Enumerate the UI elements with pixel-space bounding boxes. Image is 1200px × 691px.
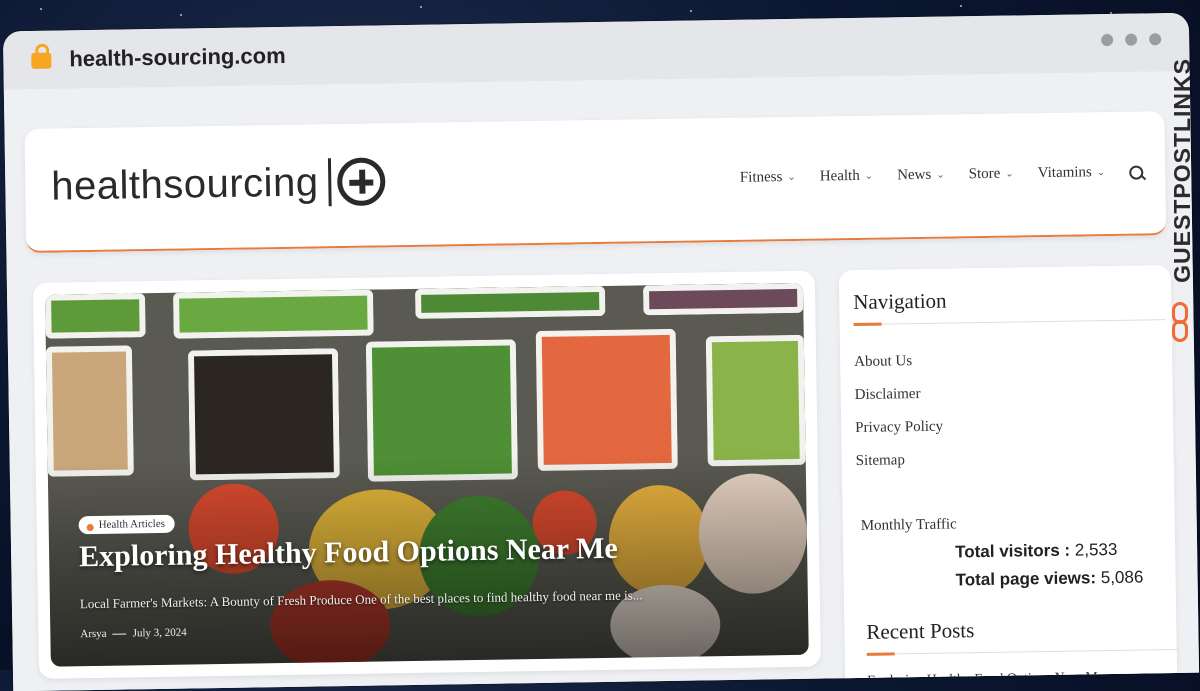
sidebar-link-privacy-policy[interactable]: Privacy Policy — [855, 419, 943, 437]
category-badge[interactable]: Health Articles — [78, 514, 176, 535]
nav-item-store[interactable]: Store ⌄ — [969, 165, 1014, 183]
total-visitors-label: Total visitors : — [955, 540, 1071, 562]
total-visitors: Total visitors : 2,533 — [955, 540, 1118, 563]
sidebar-link-disclaimer[interactable]: Disclaimer — [855, 386, 921, 404]
sidebar-link-about-us[interactable]: About Us — [854, 353, 912, 371]
url-text[interactable]: health-sourcing.com — [69, 43, 286, 72]
widget-divider — [866, 648, 1179, 655]
nav-item-news[interactable]: News ⌄ — [897, 167, 945, 185]
nav-label: Health — [819, 167, 860, 185]
browser-window: health-sourcing.com healthsourcing Fitne… — [2, 12, 1200, 691]
nav-label: Store — [968, 165, 1001, 183]
nav-item-health[interactable]: Health ⌄ — [820, 168, 874, 186]
logo-divider — [328, 158, 332, 207]
link-chain-icon — [1170, 302, 1192, 346]
traffic-label: Monthly Traffic — [860, 516, 957, 534]
window-dot-icon[interactable] — [1125, 33, 1138, 46]
widget-divider — [853, 319, 1166, 326]
star — [690, 10, 692, 12]
featured-post-image[interactable]: Health Articles Exploring Healthy Food O… — [45, 282, 809, 667]
window-controls — [1101, 33, 1162, 47]
star — [40, 8, 42, 10]
post-author[interactable]: Arsya — [80, 628, 106, 640]
logo-text: healthsourcing — [50, 159, 319, 209]
lock-icon — [31, 52, 52, 69]
page-content: healthsourcing Fitness ⌄ Health ⌄ News ⌄ — [3, 70, 1200, 691]
featured-post-card[interactable]: Health Articles Exploring Healthy Food O… — [32, 270, 821, 679]
chevron-down-icon: ⌄ — [1096, 167, 1106, 179]
navigation-widget-title: Navigation — [853, 288, 947, 315]
meta-divider — [112, 632, 127, 635]
total-pageviews-label: Total page views: — [955, 568, 1097, 590]
sidebar: Navigation About Us Disclaimer Privacy P… — [838, 265, 1179, 691]
total-visitors-value: 2,533 — [1074, 539, 1118, 560]
post-meta: Arsya July 3, 2024 — [80, 627, 187, 641]
chevron-down-icon: ⌄ — [787, 171, 796, 184]
star — [180, 14, 182, 16]
chevron-down-icon: ⌄ — [936, 169, 945, 181]
window-dot-icon[interactable] — [1149, 33, 1162, 46]
nav-item-fitness[interactable]: Fitness ⌄ — [740, 169, 796, 187]
chevron-down-icon: ⌄ — [1005, 168, 1014, 180]
nav-label: News — [897, 166, 932, 184]
guestpostlinks-watermark: GUESTPOSTLINKS — [1169, 58, 1195, 283]
site-header: healthsourcing Fitness ⌄ Health ⌄ News ⌄ — [24, 111, 1167, 254]
nav-item-vitamins[interactable]: Vitamins ⌄ — [1038, 164, 1106, 182]
star — [960, 5, 962, 7]
main-nav: Fitness ⌄ Health ⌄ News ⌄ Store ⌄ Vitami… — [740, 163, 1144, 186]
recent-post-link[interactable]: Exploring Healthy Food Options Near Me — [867, 670, 1104, 690]
total-pageviews: Total page views: 5,086 — [955, 568, 1143, 591]
plus-circle-icon — [337, 157, 386, 207]
site-logo[interactable]: healthsourcing — [51, 157, 386, 210]
sidebar-link-sitemap[interactable]: Sitemap — [856, 452, 905, 470]
total-pageviews-value: 5,086 — [1100, 567, 1144, 588]
nav-label: Fitness — [739, 169, 783, 186]
nav-label: Vitamins — [1037, 164, 1092, 182]
post-date: July 3, 2024 — [132, 626, 187, 640]
star — [420, 6, 422, 8]
search-icon[interactable] — [1129, 164, 1144, 180]
recent-posts-title: Recent Posts — [866, 618, 975, 644]
chevron-down-icon: ⌄ — [864, 170, 874, 182]
window-dot-icon[interactable] — [1101, 33, 1114, 47]
